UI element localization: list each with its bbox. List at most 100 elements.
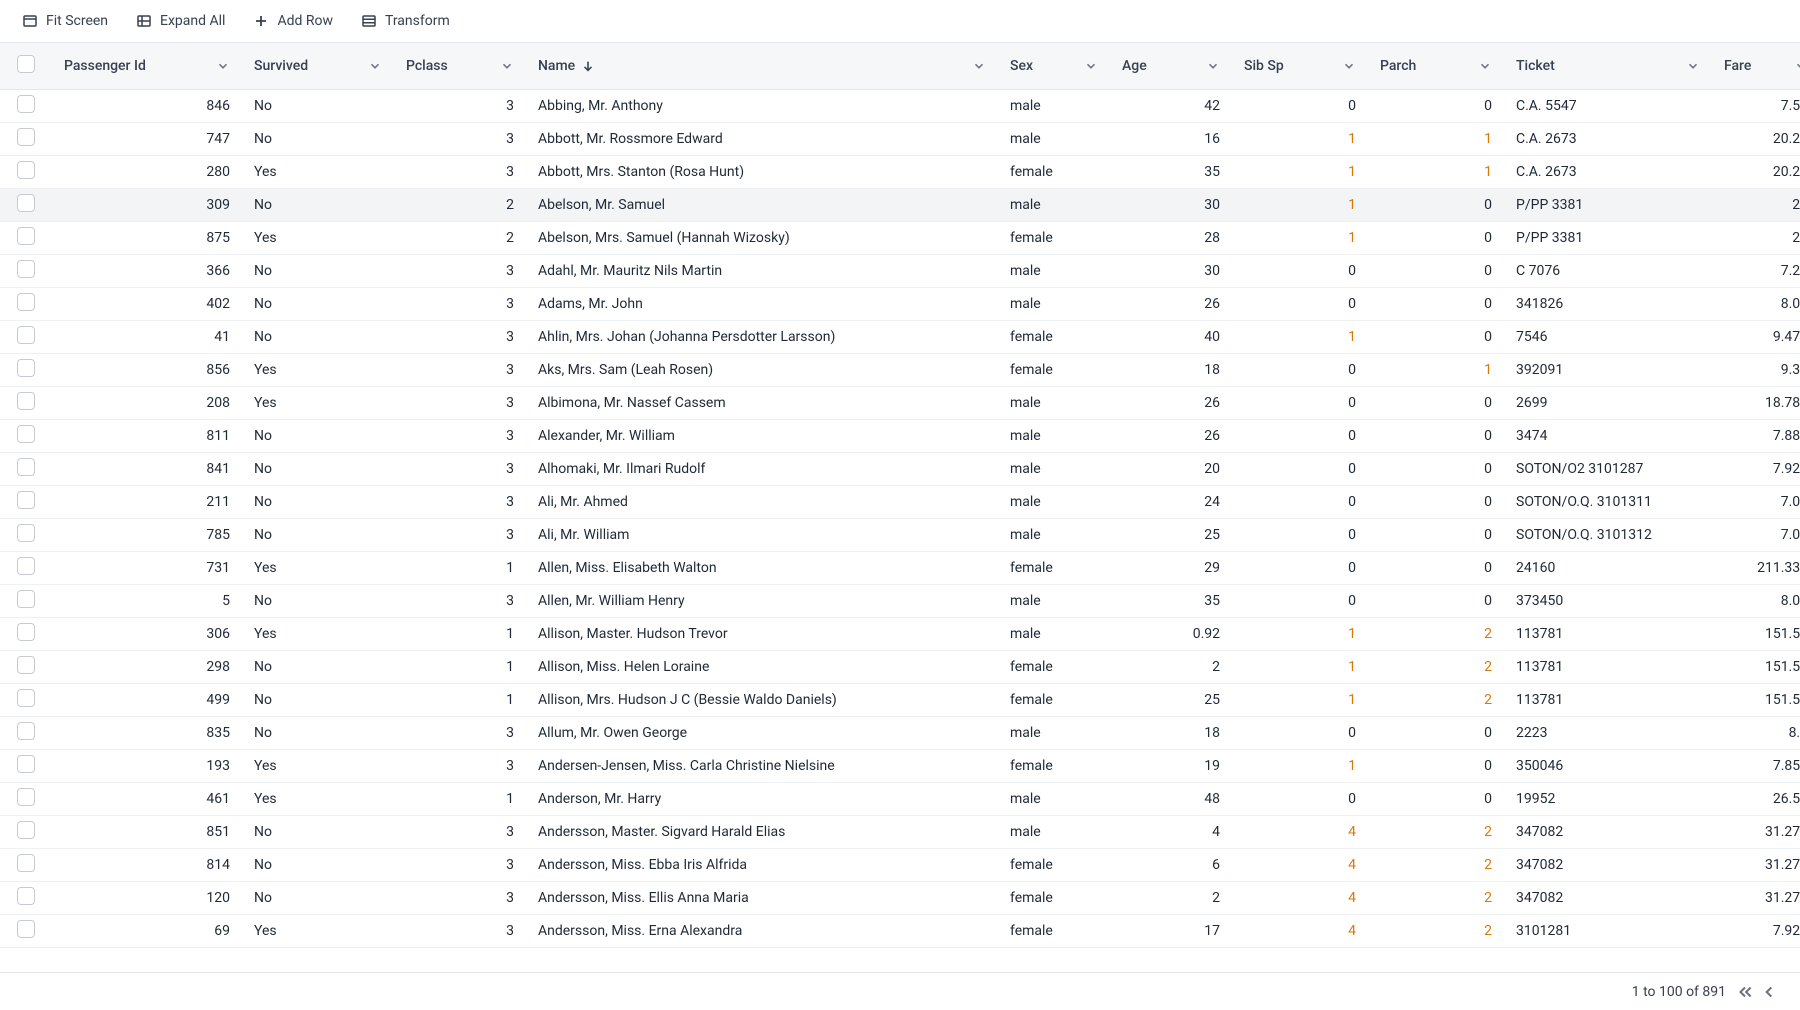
cell-sex[interactable]: female (998, 320, 1110, 353)
cell-survived[interactable]: No (242, 320, 394, 353)
cell-parch[interactable]: 1 (1368, 353, 1504, 386)
column-header-fare[interactable]: Fare (1712, 43, 1800, 89)
cell-survived[interactable]: No (242, 683, 394, 716)
cell-ticket[interactable]: C 7076 (1504, 254, 1712, 287)
cell-passenger_id[interactable]: 811 (52, 419, 242, 452)
table-row[interactable]: 306Yes1Allison, Master. Hudson Trevormal… (0, 617, 1800, 650)
cell-sibsp[interactable]: 0 (1232, 716, 1368, 749)
cell-fare[interactable]: 26.55 (1712, 782, 1800, 815)
cell-pclass[interactable]: 3 (394, 89, 526, 122)
cell-sex[interactable]: male (998, 584, 1110, 617)
cell-pclass[interactable]: 3 (394, 287, 526, 320)
chevron-down-icon[interactable] (368, 59, 382, 73)
table-row[interactable]: 309No2Abelson, Mr. Samuelmale3010P/PP 33… (0, 188, 1800, 221)
chevron-down-icon[interactable] (1084, 59, 1098, 73)
cell-survived[interactable]: No (242, 188, 394, 221)
cell-ticket[interactable]: SOTON/O.Q. 3101311 (1504, 485, 1712, 518)
cell-sex[interactable]: female (998, 683, 1110, 716)
cell-sibsp[interactable]: 1 (1232, 650, 1368, 683)
cell-survived[interactable]: Yes (242, 221, 394, 254)
cell-parch[interactable]: 2 (1368, 914, 1504, 947)
cell-age[interactable]: 24 (1110, 485, 1232, 518)
cell-age[interactable]: 6 (1110, 848, 1232, 881)
cell-sex[interactable]: female (998, 914, 1110, 947)
cell-ticket[interactable]: 373450 (1504, 584, 1712, 617)
cell-ticket[interactable]: 7546 (1504, 320, 1712, 353)
cell-sex[interactable]: male (998, 386, 1110, 419)
table-row[interactable]: 731Yes1Allen, Miss. Elisabeth Waltonfema… (0, 551, 1800, 584)
row-select-cell[interactable] (0, 485, 52, 518)
cell-sibsp[interactable]: 4 (1232, 815, 1368, 848)
cell-survived[interactable]: Yes (242, 386, 394, 419)
cell-sex[interactable]: female (998, 551, 1110, 584)
cell-parch[interactable]: 1 (1368, 122, 1504, 155)
cell-sibsp[interactable]: 0 (1232, 254, 1368, 287)
cell-name[interactable]: Allison, Mrs. Hudson J C (Bessie Waldo D… (526, 683, 998, 716)
cell-passenger_id[interactable]: 211 (52, 485, 242, 518)
cell-sex[interactable]: male (998, 452, 1110, 485)
cell-ticket[interactable]: 3474 (1504, 419, 1712, 452)
table-row[interactable]: 811No3Alexander, Mr. Williammale26003474… (0, 419, 1800, 452)
table-row[interactable]: 499No1Allison, Mrs. Hudson J C (Bessie W… (0, 683, 1800, 716)
cell-name[interactable]: Allen, Miss. Elisabeth Walton (526, 551, 998, 584)
table-row[interactable]: 851No3Andersson, Master. Sigvard Harald … (0, 815, 1800, 848)
cell-passenger_id[interactable]: 208 (52, 386, 242, 419)
row-checkbox[interactable] (17, 854, 35, 872)
cell-name[interactable]: Allum, Mr. Owen George (526, 716, 998, 749)
cell-sibsp[interactable]: 0 (1232, 287, 1368, 320)
cell-ticket[interactable]: 392091 (1504, 353, 1712, 386)
cell-name[interactable]: Abbott, Mr. Rossmore Edward (526, 122, 998, 155)
table-row[interactable]: 785No3Ali, Mr. Williammale2500SOTON/O.Q.… (0, 518, 1800, 551)
cell-fare[interactable]: 7.888 (1712, 419, 1800, 452)
row-checkbox[interactable] (17, 359, 35, 377)
cell-sibsp[interactable]: 0 (1232, 452, 1368, 485)
cell-age[interactable]: 20 (1110, 452, 1232, 485)
cell-parch[interactable]: 0 (1368, 518, 1504, 551)
row-select-cell[interactable] (0, 815, 52, 848)
cell-pclass[interactable]: 3 (394, 815, 526, 848)
cell-ticket[interactable]: 3101281 (1504, 914, 1712, 947)
cell-parch[interactable]: 0 (1368, 386, 1504, 419)
column-header-sibsp[interactable]: Sib Sp (1232, 43, 1368, 89)
cell-ticket[interactable]: 113781 (1504, 650, 1712, 683)
cell-name[interactable]: Andersson, Master. Sigvard Harald Elias (526, 815, 998, 848)
column-header-passenger_id[interactable]: Passenger Id (52, 43, 242, 89)
cell-parch[interactable]: 0 (1368, 584, 1504, 617)
cell-parch[interactable]: 0 (1368, 485, 1504, 518)
cell-sex[interactable]: male (998, 254, 1110, 287)
row-select-cell[interactable] (0, 914, 52, 947)
cell-sibsp[interactable]: 0 (1232, 485, 1368, 518)
cell-parch[interactable]: 0 (1368, 320, 1504, 353)
cell-ticket[interactable]: P/PP 3381 (1504, 221, 1712, 254)
table-row[interactable]: 461Yes1Anderson, Mr. Harrymale4800199522… (0, 782, 1800, 815)
cell-sibsp[interactable]: 0 (1232, 551, 1368, 584)
cell-sibsp[interactable]: 4 (1232, 914, 1368, 947)
cell-ticket[interactable]: SOTON/O2 3101287 (1504, 452, 1712, 485)
cell-fare[interactable]: 31.275 (1712, 848, 1800, 881)
row-checkbox[interactable] (17, 458, 35, 476)
cell-passenger_id[interactable]: 41 (52, 320, 242, 353)
cell-ticket[interactable]: 2223 (1504, 716, 1712, 749)
cell-age[interactable]: 26 (1110, 419, 1232, 452)
cell-pclass[interactable]: 3 (394, 914, 526, 947)
cell-fare[interactable]: 8.05 (1712, 287, 1800, 320)
cell-sex[interactable]: male (998, 815, 1110, 848)
table-row[interactable]: 747No3Abbott, Mr. Rossmore Edwardmale161… (0, 122, 1800, 155)
cell-pclass[interactable]: 1 (394, 551, 526, 584)
cell-parch[interactable]: 1 (1368, 155, 1504, 188)
cell-age[interactable]: 28 (1110, 221, 1232, 254)
cell-fare[interactable]: 24 (1712, 221, 1800, 254)
row-select-cell[interactable] (0, 881, 52, 914)
chevron-down-icon[interactable] (1478, 59, 1492, 73)
cell-name[interactable]: Ahlin, Mrs. Johan (Johanna Persdotter La… (526, 320, 998, 353)
cell-fare[interactable]: 31.275 (1712, 815, 1800, 848)
cell-name[interactable]: Andersson, Miss. Erna Alexandra (526, 914, 998, 947)
cell-passenger_id[interactable]: 306 (52, 617, 242, 650)
row-select-cell[interactable] (0, 683, 52, 716)
cell-ticket[interactable]: SOTON/O.Q. 3101312 (1504, 518, 1712, 551)
cell-pclass[interactable]: 3 (394, 155, 526, 188)
cell-passenger_id[interactable]: 499 (52, 683, 242, 716)
row-select-cell[interactable] (0, 89, 52, 122)
cell-passenger_id[interactable]: 280 (52, 155, 242, 188)
cell-age[interactable]: 30 (1110, 254, 1232, 287)
